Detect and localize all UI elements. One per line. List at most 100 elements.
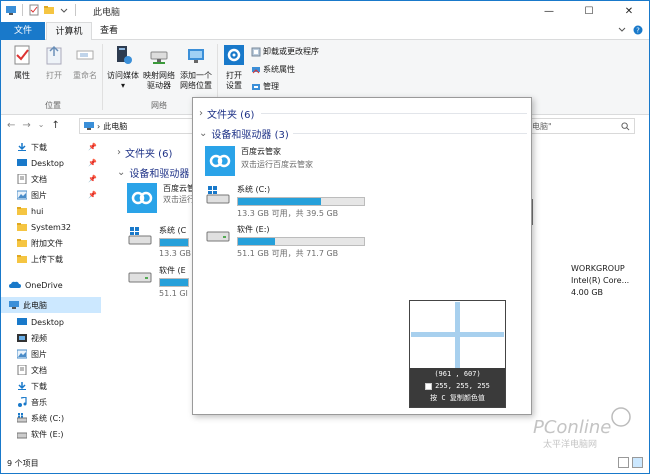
tab-file[interactable]: 文件 <box>1 22 45 40</box>
folder-icon <box>17 239 27 247</box>
cpu-value: Intel(R) Core... <box>571 276 630 285</box>
folders-group-header[interactable]: › 文件夹 (6) <box>117 145 172 160</box>
popup-baidu-name: 百度云管家 <box>241 147 281 156</box>
chevron-down-icon[interactable] <box>58 4 70 16</box>
open-settings-button[interactable]: 打开 设置 <box>221 44 247 91</box>
nav-item-documents[interactable]: 文档 📌 <box>1 171 101 187</box>
tab-view[interactable]: 查看 <box>94 22 124 40</box>
popup-baidu-tile[interactable]: 百度云管家 双击运行百度云管家 <box>205 146 313 176</box>
location-group-label: 位置 <box>45 101 61 110</box>
nav-item-label: 附加文件 <box>31 238 63 248</box>
rename-label: 重命名 <box>73 71 97 80</box>
uninstall-programs-button[interactable]: 卸载或更改程序 <box>251 46 319 57</box>
nav-item-label: 文档 <box>31 174 47 184</box>
add-network-location-button[interactable]: 添加一个 网络位置 <box>177 44 215 91</box>
drive-e-tile[interactable]: 软件 (E 51.1 GI <box>127 265 189 298</box>
popup-drive-e-usage-bar <box>237 237 365 246</box>
rename-button[interactable]: 重命名 <box>69 44 101 81</box>
watermark-sub: 太平洋电脑网 <box>543 438 597 450</box>
nav-item-label: hui <box>31 206 44 216</box>
nav-item-upload-download[interactable]: 上传下载 <box>1 251 101 267</box>
nav-item-drive-e[interactable]: 软件 (E:) <box>1 426 101 442</box>
this-pc-icon <box>84 122 94 130</box>
close-button[interactable]: ✕ <box>609 1 649 22</box>
drive-c-tile[interactable]: 系统 (C 13.3 GB <box>127 225 191 258</box>
nav-item-pc-downloads[interactable]: 下载 <box>1 378 101 394</box>
nav-item-label: 视频 <box>31 333 47 343</box>
picture-icon <box>17 349 27 359</box>
open-label: 打开 <box>46 71 62 80</box>
desktop-icon <box>17 159 27 166</box>
navigation-pane: 下载 📌 Desktop 📌 文档 📌 图片 📌 hui System32 附加… <box>1 137 101 453</box>
address-input[interactable]: › 此电脑 <box>79 118 209 134</box>
nav-item-this-pc[interactable]: 此电脑 <box>1 297 101 313</box>
nav-item-desktop[interactable]: Desktop 📌 <box>1 155 101 171</box>
nav-item-label: 下载 <box>31 381 47 391</box>
nav-item-label: 软件 (E:) <box>31 429 64 439</box>
new-folder-icon[interactable] <box>43 4 55 16</box>
nav-item-attachments[interactable]: 附加文件 <box>1 235 101 251</box>
search-input[interactable]: 电脑" <box>527 118 635 134</box>
media-server-icon <box>117 46 132 64</box>
color-swatch <box>425 382 433 390</box>
nav-item-videos[interactable]: 视频 <box>1 330 101 346</box>
nav-item-drive-c[interactable]: 系统 (C:) <box>1 410 101 426</box>
baidu-cloud-icon <box>205 146 235 176</box>
chevron-down-icon[interactable]: ⌄ <box>38 120 45 131</box>
chevron-down-icon[interactable] <box>617 25 627 35</box>
drive-usage-fill <box>238 198 322 205</box>
nav-item-label: 此电脑 <box>23 300 47 310</box>
nav-item-onedrive[interactable]: OneDrive <box>1 277 101 293</box>
drive-e-usage-bar <box>159 278 189 287</box>
forward-arrow-icon[interactable]: → <box>22 120 30 131</box>
nav-item-music[interactable]: 音乐 <box>1 394 101 410</box>
baidu-tile[interactable]: 百度云管 双击运行 <box>127 183 195 213</box>
popup-folders-header[interactable]: › 文件夹 (6) <box>199 106 254 121</box>
properties-button[interactable]: 属性 <box>7 44 37 81</box>
system-properties-button[interactable]: 系统属性 <box>251 64 295 75</box>
maximize-button[interactable]: ☐ <box>569 1 609 22</box>
download-icon <box>18 143 26 151</box>
chevron-down-icon: ⌄ <box>199 128 208 139</box>
system-drive-icon <box>17 413 27 423</box>
chevron-right-icon: › <box>117 147 121 158</box>
back-arrow-icon[interactable]: ← <box>7 120 15 131</box>
details-view-icon[interactable] <box>618 457 629 468</box>
popup-devices-header[interactable]: ⌄ 设备和驱动器 (3) <box>199 126 289 141</box>
nav-item-pc-documents[interactable]: 文档 <box>1 362 101 378</box>
access-media-button[interactable]: 访问媒体 ▾ <box>105 44 141 91</box>
nav-item-pc-pictures[interactable]: 图片 <box>1 346 101 362</box>
tab-computer[interactable]: 计算机 <box>46 22 92 41</box>
pin-icon: 📌 <box>88 143 97 151</box>
popup-drive-c-tile[interactable]: 系统 (C:) 13.3 GB 可用，共 39.5 GB <box>205 184 365 219</box>
map-drive-label-line1: 映射网络 <box>143 71 175 80</box>
open-button[interactable]: 打开 <box>39 44 69 81</box>
nav-item-pictures[interactable]: 图片 📌 <box>1 187 101 203</box>
breadcrumb-this-pc[interactable]: 此电脑 <box>103 121 127 132</box>
nav-item-hui[interactable]: hui <box>1 203 101 219</box>
nav-item-downloads[interactable]: 下载 📌 <box>1 139 101 155</box>
group-divider <box>293 133 527 134</box>
baidu-name: 百度云管 <box>163 184 195 193</box>
minimize-button[interactable]: — <box>529 1 569 22</box>
drive-c-size: 13.3 GB <box>159 249 192 258</box>
nav-item-pc-desktop[interactable]: Desktop <box>1 314 101 330</box>
folder-icon <box>17 223 27 231</box>
uninstall-icon <box>251 47 261 56</box>
drive-e-name: 软件 (E <box>159 266 186 275</box>
manage-button[interactable]: 管理 <box>251 81 279 92</box>
tiles-view-icon[interactable] <box>632 457 643 468</box>
popup-devices-label: 设备和驱动器 (3) <box>211 130 289 141</box>
up-arrow-icon[interactable]: ↑ <box>51 120 59 131</box>
help-icon[interactable]: ? <box>633 25 643 35</box>
view-toggle <box>618 457 643 468</box>
window-title: 此电脑 <box>93 8 121 18</box>
system-properties-icon <box>252 66 260 73</box>
drive-c-usage-bar <box>159 238 189 247</box>
nav-item-system32[interactable]: System32 <box>1 219 101 235</box>
properties-icon[interactable] <box>28 4 40 16</box>
pin-icon: 📌 <box>88 191 97 199</box>
nav-item-label: 音乐 <box>31 397 47 407</box>
popup-drive-e-tile[interactable]: 软件 (E:) 51.1 GB 可用，共 71.7 GB <box>205 224 365 259</box>
map-network-drive-button[interactable]: 映射网络 驱动器 <box>141 44 177 91</box>
